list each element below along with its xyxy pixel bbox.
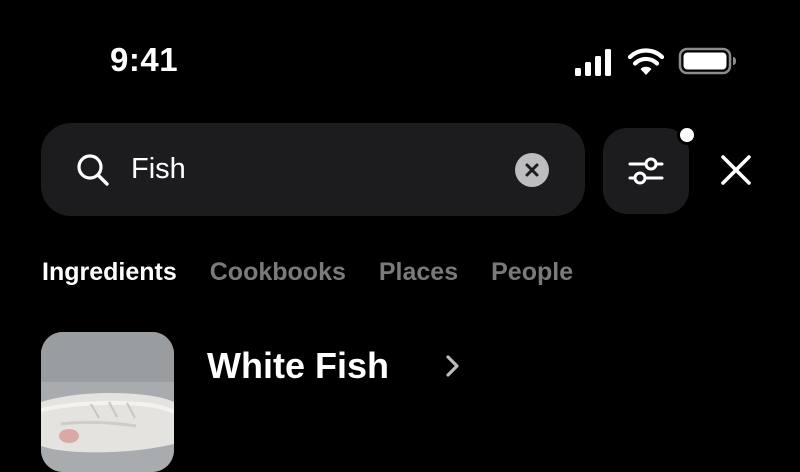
status-time: 9:41 xyxy=(110,41,179,78)
result-title: White Fish xyxy=(207,345,389,386)
filter-button[interactable] xyxy=(603,128,689,214)
fish-fillet-image xyxy=(41,332,174,472)
search-input[interactable] xyxy=(131,147,491,191)
battery-icon xyxy=(678,47,736,75)
close-icon xyxy=(721,155,751,185)
wifi-icon xyxy=(628,48,664,75)
category-tabs: Ingredients Cookbooks Places People xyxy=(42,252,606,292)
result-thumbnail xyxy=(41,332,174,472)
search-icon xyxy=(77,154,109,186)
clear-icon xyxy=(525,163,539,177)
result-item-white-fish[interactable]: White Fish xyxy=(41,332,761,472)
tab-places[interactable]: Places xyxy=(379,253,458,291)
close-button[interactable] xyxy=(716,150,756,190)
status-icons xyxy=(574,44,736,78)
clear-search-button[interactable] xyxy=(515,153,549,187)
sliders-icon xyxy=(628,157,664,185)
search-bar[interactable] xyxy=(41,123,585,216)
tab-people[interactable]: People xyxy=(491,253,573,291)
chevron-right-icon xyxy=(446,355,459,377)
tab-ingredients[interactable]: Ingredients xyxy=(42,253,177,291)
cellular-signal-icon xyxy=(575,49,611,76)
tab-cookbooks[interactable]: Cookbooks xyxy=(210,253,346,291)
filter-active-indicator xyxy=(677,125,697,145)
